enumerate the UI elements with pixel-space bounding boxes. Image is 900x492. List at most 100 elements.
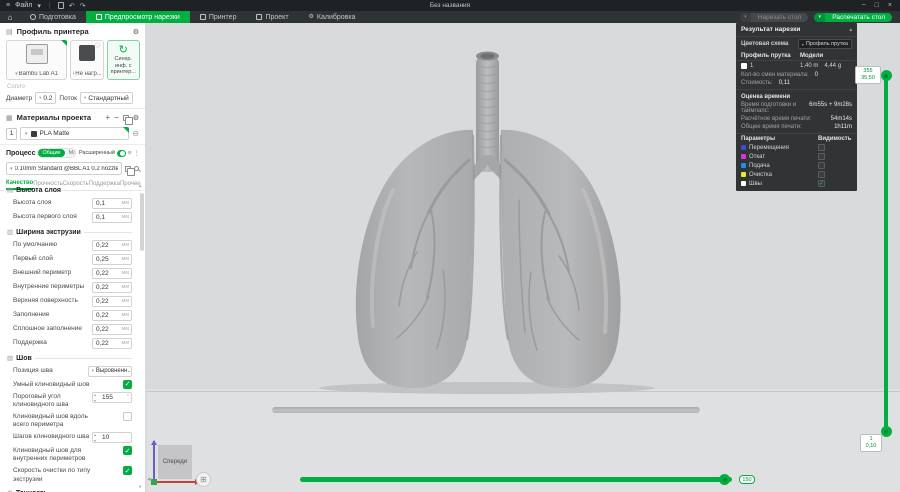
scroll-down-icon[interactable]: ▾ bbox=[139, 484, 141, 490]
minimize-button[interactable]: − bbox=[862, 2, 866, 9]
slice-dropdown-icon[interactable]: ▾ bbox=[739, 12, 751, 22]
diameter-label: Диаметр bbox=[6, 94, 33, 102]
color-scheme-select[interactable]: ▾ Профиль прутка bbox=[797, 39, 852, 49]
layer-slider-bottom-handle[interactable] bbox=[880, 426, 892, 437]
scarf-inner-walls-checkbox[interactable] bbox=[123, 446, 132, 456]
sync-printer-card[interactable]: ↻ Синхр. инф. с принтер... bbox=[106, 40, 140, 80]
scroll-up-icon[interactable]: ▴ bbox=[139, 183, 141, 189]
travel-visibility-checkbox[interactable] bbox=[818, 144, 825, 151]
advanced-toggle[interactable] bbox=[116, 149, 126, 157]
remove-filament-icon[interactable]: − bbox=[114, 113, 119, 122]
plate-settings-button[interactable]: ⊞ bbox=[196, 472, 211, 487]
inner-wall-line-width-input[interactable]: 0,22 мм bbox=[92, 281, 132, 293]
scrollbar-thumb[interactable] bbox=[140, 193, 144, 251]
section-precision: ⚙ Точность bbox=[0, 485, 140, 492]
scope-objects-pill[interactable]: Модели bbox=[64, 149, 75, 157]
process-header: Процесс Общие Модели Расширенный ≡ ⋮ bbox=[6, 148, 141, 158]
sync-icon: ↻ bbox=[118, 44, 128, 56]
close-button[interactable]: × bbox=[888, 2, 892, 9]
home-icon[interactable]: ⌂ bbox=[0, 11, 20, 23]
tab-preview[interactable]: Предпросмотр нарезки bbox=[85, 11, 190, 23]
first-layer-line-width-input[interactable]: 0,25 мм bbox=[92, 253, 132, 265]
section-layer-height: ▤ Высота слоя bbox=[0, 182, 140, 196]
modified-marker bbox=[61, 40, 68, 46]
gear-icon: ⚙ bbox=[308, 14, 314, 20]
process-preset-select[interactable]: ▾ 0.10mm Standard @BBL A1 0.2 nozzle bbox=[6, 162, 122, 175]
wipe-visibility-checkbox[interactable] bbox=[818, 171, 825, 178]
print-dropdown-icon[interactable]: ▾ bbox=[814, 12, 826, 22]
smart-scarf-seam-checkbox[interactable] bbox=[123, 379, 132, 389]
layer-slider-top-handle[interactable] bbox=[880, 70, 892, 81]
scope-global-pill[interactable]: Общие bbox=[38, 149, 65, 157]
add-filament-icon[interactable]: + bbox=[105, 113, 110, 122]
maximize-button[interactable]: □ bbox=[875, 2, 879, 9]
layer-height-input[interactable]: 0,1 мм bbox=[92, 197, 132, 209]
compare-presets-icon[interactable]: ≡ bbox=[128, 150, 132, 157]
settings-scrollbar[interactable]: ▴ ▾ bbox=[139, 183, 144, 490]
solid-infill-line-width-input[interactable]: 0,22 мм bbox=[92, 323, 132, 335]
outer-wall-line-width-input[interactable]: 0,22 мм bbox=[92, 267, 132, 279]
filament-settings-gear-icon[interactable]: ⚙ bbox=[133, 114, 139, 122]
model-time-value: 54m14s bbox=[830, 116, 852, 122]
slice-plate-button[interactable]: ▾ Нарезать стол bbox=[739, 12, 809, 22]
new-project-icon[interactable] bbox=[57, 2, 64, 9]
wipe-color-swatch bbox=[741, 172, 746, 177]
legend-row-travel: Перемещения bbox=[736, 143, 857, 152]
chevron-down-icon: ▾ bbox=[73, 71, 74, 77]
seam-position-select[interactable]: ▾ Выровненн... bbox=[87, 365, 132, 377]
infill-line-width-input[interactable]: 0,22 мм bbox=[92, 309, 132, 321]
first-layer-height-input[interactable]: 0,1 мм bbox=[92, 211, 132, 223]
layer-slider[interactable] bbox=[880, 70, 892, 437]
move-slider-handle[interactable] bbox=[719, 474, 730, 485]
redo-icon[interactable]: ↷ bbox=[80, 2, 86, 10]
tab-calibration[interactable]: ⚙ Калибровка bbox=[299, 11, 366, 23]
menu-icon[interactable]: ≡ bbox=[6, 2, 10, 9]
printer-settings-gear-icon[interactable]: ⚙ bbox=[133, 28, 139, 36]
setting-row: По умолчанию 0,22 мм bbox=[0, 238, 140, 252]
tab-device[interactable]: Принтер bbox=[190, 11, 247, 23]
unretract-visibility-checkbox[interactable] bbox=[818, 162, 825, 169]
collapse-sidebar-icon[interactable]: ◂ bbox=[147, 475, 151, 483]
tab-project[interactable]: Проект bbox=[246, 11, 298, 23]
more-options-icon[interactable]: ⋮ bbox=[134, 149, 141, 157]
total-time-label: Общее время печати: bbox=[741, 124, 802, 130]
bed-type-card[interactable]: ⓘ ▾ Не нагр... bbox=[70, 40, 104, 80]
support-line-width-input[interactable]: 0,22 мм bbox=[92, 337, 132, 349]
undo-icon[interactable]: ↶ bbox=[69, 2, 75, 10]
result-title: Результат нарезки bbox=[741, 26, 801, 33]
file-menu[interactable]: Файл bbox=[15, 2, 32, 9]
scarf-around-entire-wall-checkbox[interactable] bbox=[123, 411, 132, 421]
printer-card[interactable]: ▾ Bambu Lab A1 bbox=[6, 40, 68, 80]
flow-select[interactable]: ▾ Стандартный bbox=[79, 92, 133, 104]
lungs-model[interactable] bbox=[297, 40, 677, 396]
search-icon[interactable] bbox=[134, 166, 139, 171]
printer-icon: ▤ bbox=[6, 28, 13, 36]
diameter-select[interactable]: ▾ 0.2 bbox=[35, 92, 57, 104]
retract-visibility-checkbox[interactable] bbox=[818, 153, 825, 160]
tab-prepare[interactable]: Подготовка bbox=[20, 11, 86, 23]
sync-filaments-icon[interactable] bbox=[122, 114, 133, 125]
collapse-panel-icon[interactable]: ▴ bbox=[849, 27, 852, 33]
view-cube[interactable]: Спереди bbox=[158, 445, 192, 479]
cost-label: Стоимость: bbox=[741, 80, 773, 86]
app-window: ≡ Файл ▾ ↶ ↷ Без названия − □ × ⌂ Подгот… bbox=[0, 0, 900, 492]
x-axis-arrow bbox=[153, 479, 200, 485]
setting-row: Сплошное заполнение 0,22 мм bbox=[0, 322, 140, 336]
save-preset-icon[interactable] bbox=[125, 165, 135, 176]
seams-visibility-checkbox[interactable] bbox=[818, 180, 825, 187]
scarf-steps-spinner[interactable]: 10 bbox=[92, 432, 132, 444]
default-line-width-input[interactable]: 0,22 мм bbox=[92, 239, 132, 251]
file-menu-chevron-icon[interactable]: ▾ bbox=[37, 2, 41, 10]
wipe-speed-checkbox[interactable] bbox=[123, 466, 132, 476]
filament-select[interactable]: ▾ PLA Matte bbox=[20, 127, 130, 140]
scarf-angle-threshold-spinner[interactable]: 155 ° bbox=[92, 391, 132, 403]
remove-filament-circle-icon[interactable]: ⊖ bbox=[132, 129, 139, 138]
travel-color-swatch bbox=[741, 145, 746, 150]
print-plate-button[interactable]: ▾ Распечатать стол bbox=[814, 12, 892, 22]
advanced-label: Расширенный bbox=[78, 150, 115, 156]
top-surface-line-width-input[interactable]: 0,22 мм bbox=[92, 295, 132, 307]
setting-row: Клиновидный шов для внутренних периметро… bbox=[0, 445, 140, 465]
filament-slot-index: 1 bbox=[6, 127, 17, 140]
axis-origin bbox=[151, 479, 157, 485]
move-slider[interactable] bbox=[300, 474, 732, 485]
